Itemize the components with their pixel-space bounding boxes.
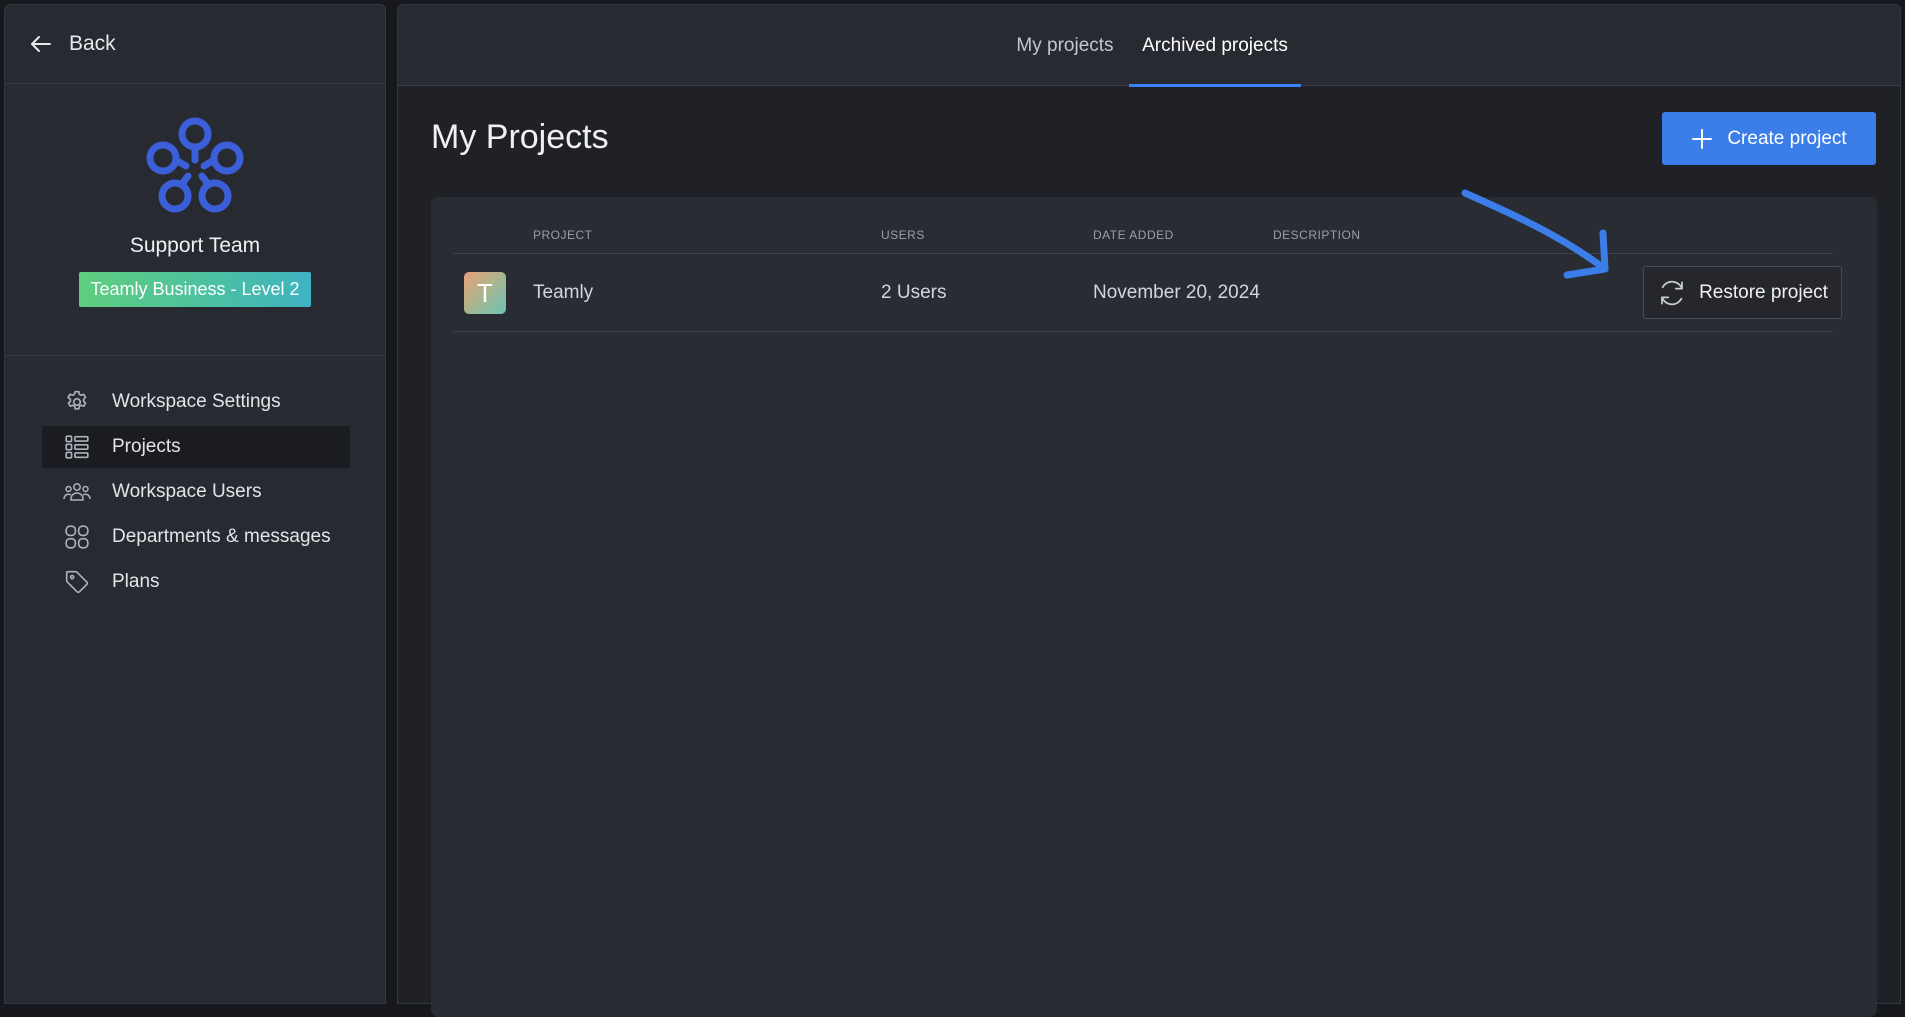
sidebar-item-label: Plans (112, 571, 160, 592)
tab-bar: My projects Archived projects (398, 5, 1900, 87)
main-content: My projects Archived projects My Project… (397, 4, 1901, 1017)
sidebar-nav: Workspace Settings Projects Workspace Us… (5, 381, 385, 603)
create-project-button[interactable]: Create project (1662, 112, 1876, 165)
sidebar-item-label: Projects (112, 436, 181, 457)
tag-icon (62, 567, 92, 597)
project-avatar: T (464, 272, 506, 314)
sidebar-item-label: Workspace Settings (112, 391, 281, 412)
gear-icon (62, 387, 92, 417)
sidebar-item-workspace-users[interactable]: Workspace Users (42, 471, 350, 513)
users-icon (62, 477, 92, 507)
sidebar-item-label: Workspace Users (112, 481, 262, 502)
table-row[interactable]: T Teamly 2 Users November 20, 2024 Resto… (453, 254, 1842, 332)
page-title: My Projects (431, 118, 609, 156)
column-header-date-added: DATE ADDED (1093, 228, 1174, 242)
sidebar-item-projects[interactable]: Projects (42, 426, 350, 468)
team-logo (146, 117, 244, 213)
plan-badge: Teamly Business - Level 2 (79, 272, 311, 307)
sidebar: Back Support Team Teamly Business - Leve… (4, 4, 386, 1004)
restore-project-label: Restore project (1699, 281, 1828, 303)
plus-icon (1692, 128, 1713, 149)
back-button[interactable]: Back (5, 5, 385, 84)
refresh-icon (1661, 280, 1683, 305)
project-date-added: November 20, 2024 (1093, 282, 1260, 303)
back-label: Back (69, 32, 116, 55)
sidebar-item-workspace-settings[interactable]: Workspace Settings (42, 381, 350, 423)
tab-archived-projects[interactable]: Archived projects (1129, 5, 1301, 87)
projects-table-panel: PROJECT USERS DATE ADDED DESCRIPTION T T… (431, 197, 1877, 1017)
team-block: Support Team Teamly Business - Level 2 (5, 84, 385, 356)
sidebar-item-plans[interactable]: Plans (42, 561, 350, 603)
grid-icon (62, 522, 92, 552)
list-icon (62, 432, 92, 462)
create-project-label: Create project (1727, 127, 1847, 149)
project-name: Teamly (533, 282, 594, 303)
column-header-description: DESCRIPTION (1273, 228, 1361, 242)
arrow-left-icon (31, 36, 51, 52)
project-users: 2 Users (881, 282, 947, 303)
column-header-project: PROJECT (533, 228, 593, 242)
column-header-users: USERS (881, 228, 925, 242)
team-name: Support Team (129, 234, 261, 257)
restore-project-button[interactable]: Restore project (1643, 266, 1842, 319)
tab-my-projects[interactable]: My projects (975, 5, 1155, 86)
table-header: PROJECT USERS DATE ADDED DESCRIPTION (453, 197, 1833, 254)
sidebar-item-label: Departments & messages (112, 526, 331, 547)
sidebar-item-departments[interactable]: Departments & messages (42, 516, 350, 558)
